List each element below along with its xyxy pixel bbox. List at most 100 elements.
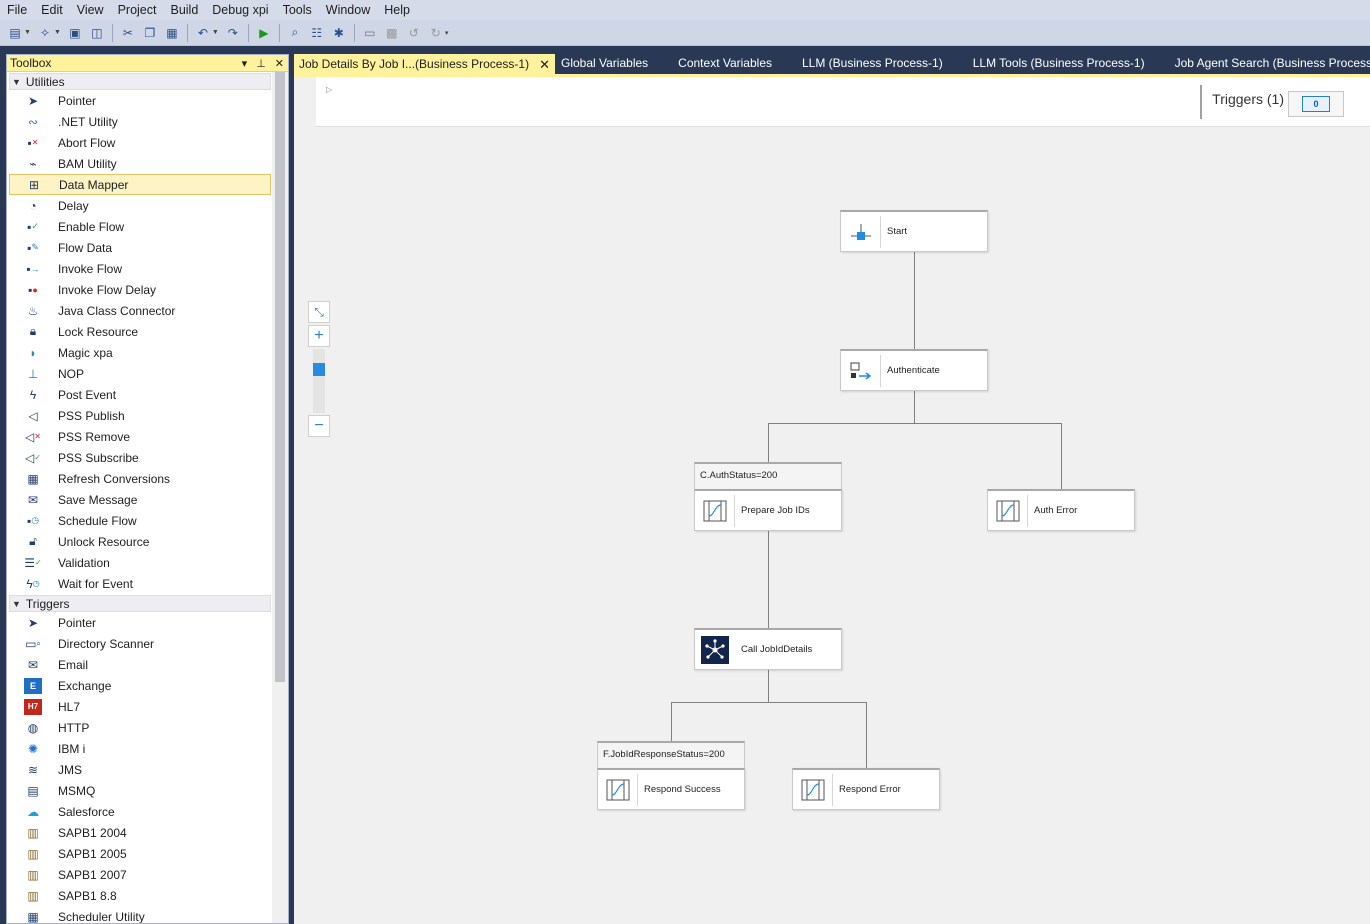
trigger-hl7[interactable]: H7 HL7	[7, 696, 272, 717]
undo-icon[interactable]: ↶	[194, 24, 212, 42]
tool-invoke-flow[interactable]: ▪ → Invoke Flow	[7, 258, 272, 279]
tool-bam-utility[interactable]: ⌁ BAM Utility	[7, 153, 272, 174]
zoom-slider[interactable]	[313, 349, 325, 413]
fit-to-screen-button[interactable]: ⤡	[308, 301, 330, 323]
group-triggers[interactable]: ▼ Triggers	[9, 595, 271, 612]
trigger-http-chip[interactable]: 0	[1288, 91, 1344, 117]
tab-global-variables[interactable]: Global Variables	[555, 54, 663, 74]
pin-icon[interactable]: ⊥	[256, 57, 266, 70]
run-icon[interactable]: ▶	[255, 24, 273, 42]
zoom-out-button[interactable]: −	[308, 415, 330, 437]
paste-icon[interactable]: ▦	[163, 24, 181, 42]
close-icon[interactable]: ✕	[539, 55, 550, 74]
settings-icon[interactable]: ✱	[330, 24, 348, 42]
tool-pointer[interactable]: ➤ Pointer	[7, 90, 272, 111]
save-all-icon[interactable]: ◫	[88, 24, 106, 42]
grid-icon[interactable]: ▩	[383, 24, 401, 42]
tool-nop[interactable]: ⊥ NOP	[7, 363, 272, 384]
tab-job-details[interactable]: Job Details By Job I...(Business Process…	[294, 54, 555, 74]
flow-step-prepare-job-ids[interactable]: Prepare Job IDs	[694, 489, 842, 531]
trigger-sapb1-88[interactable]: ▥ SAPB1 8.8	[7, 885, 272, 906]
flow-designer[interactable]: ▷ Triggers (1) 0 ⤡ + − Start Authenticat…	[294, 74, 1370, 924]
tab-context-variables[interactable]: Context Variables	[663, 54, 787, 74]
redo-icon[interactable]: ↷	[224, 24, 242, 42]
menu-debug[interactable]: Debug xpi	[205, 0, 275, 20]
save-icon[interactable]: ▣	[66, 24, 84, 42]
copy-icon[interactable]: ❐	[141, 24, 159, 42]
flow-step-auth-error[interactable]: Auth Error	[987, 489, 1135, 531]
flow-step-authenticate[interactable]: Authenticate	[840, 349, 988, 391]
flow-step-respond-error[interactable]: Respond Error	[792, 768, 940, 810]
tool-schedule-flow[interactable]: ▪ ◷ Schedule Flow	[7, 510, 272, 531]
tab-llm-tools[interactable]: LLM Tools (Business Process-1)	[958, 54, 1160, 74]
menu-tools[interactable]: Tools	[276, 0, 319, 20]
menu-build[interactable]: Build	[163, 0, 205, 20]
window-position-icon[interactable]: ▾	[242, 57, 248, 70]
tool-magic-xpa[interactable]: ◗ Magic xpa	[7, 342, 272, 363]
new-project-icon[interactable]: ▤	[6, 24, 24, 42]
menu-view[interactable]: View	[70, 0, 111, 20]
tool-flow-data[interactable]: ▪ ✎ Flow Data	[7, 237, 272, 258]
properties-icon[interactable]: ☷	[308, 24, 326, 42]
tool-lock-resource[interactable]: 🔒︎ Lock Resource	[7, 321, 272, 342]
tool-enable-flow[interactable]: ▪ ✓ Enable Flow	[7, 216, 272, 237]
tool-invoke-flow-delay[interactable]: ▪ ● Invoke Flow Delay	[7, 279, 272, 300]
add-item-icon[interactable]: ✧	[36, 24, 54, 42]
trigger-directory-scanner[interactable]: ▭ ⌕ Directory Scanner	[7, 633, 272, 654]
rotate-left-icon[interactable]: ↺	[405, 24, 423, 42]
tool-post-event[interactable]: ϟ Post Event	[7, 384, 272, 405]
tool-save-message[interactable]: ✉ Save Message	[7, 489, 272, 510]
toolbox-scrollbar[interactable]	[272, 72, 288, 923]
group-utilities[interactable]: ▼ Utilities	[9, 73, 271, 90]
tool-validation[interactable]: ☰ ✓ Validation	[7, 552, 272, 573]
zoom-slider-thumb[interactable]	[313, 363, 325, 376]
menu-edit[interactable]: Edit	[34, 0, 70, 20]
trigger-salesforce[interactable]: ☁ Salesforce	[7, 801, 272, 822]
chevron-down-icon[interactable]: ▼	[212, 29, 219, 36]
chevron-down-icon[interactable]: ▼	[54, 29, 61, 36]
menu-project[interactable]: Project	[111, 0, 164, 20]
tab-job-agent-search[interactable]: Job Agent Search (Business Process-1)	[1160, 54, 1370, 74]
condition-auth-status[interactable]: C.AuthStatus=200	[694, 462, 842, 490]
find-icon[interactable]: ⌕	[286, 24, 304, 42]
trigger-email[interactable]: ✉ Email	[7, 654, 272, 675]
menu-window[interactable]: Window	[319, 0, 377, 20]
trigger-exchange[interactable]: E Exchange	[7, 675, 272, 696]
tool-data-mapper[interactable]: ⊞ Data Mapper	[9, 174, 271, 195]
toolbar-overflow-icon[interactable]: ▾	[445, 29, 449, 37]
tool-pss-subscribe[interactable]: ◁ ✓ PSS Subscribe	[7, 447, 272, 468]
chevron-down-icon[interactable]: ▼	[24, 29, 31, 36]
rotate-right-icon[interactable]: ↻	[427, 24, 445, 42]
zoom-in-button[interactable]: +	[308, 325, 330, 347]
tool-wait-for-event[interactable]: ϟ ◷ Wait for Event	[7, 573, 272, 594]
tool-pss-remove[interactable]: ◁ ✕ PSS Remove	[7, 426, 272, 447]
tool-delay[interactable]: ◔ Delay	[7, 195, 272, 216]
menu-help[interactable]: Help	[377, 0, 417, 20]
align-icon[interactable]: ▭	[361, 24, 379, 42]
trigger-http[interactable]: ◍ HTTP	[7, 717, 272, 738]
flow-step-call-jobiddetails[interactable]: Call JobIdDetails	[694, 628, 842, 670]
trigger-scheduler-utility[interactable]: ▦ Scheduler Utility	[7, 906, 272, 924]
trigger-sapb1-2005[interactable]: ▥ SAPB1 2005	[7, 843, 272, 864]
trigger-jms[interactable]: ≋ JMS	[7, 759, 272, 780]
tool-dotnet-utility[interactable]: ∾ .NET Utility	[7, 111, 272, 132]
cut-icon[interactable]: ✂	[119, 24, 137, 42]
tool-java-class-connector[interactable]: ♨ Java Class Connector	[7, 300, 272, 321]
flow-step-start[interactable]: Start	[840, 210, 988, 252]
condition-response-status[interactable]: F.JobIdResponseStatus=200	[597, 741, 745, 769]
close-icon[interactable]: ✕	[275, 57, 284, 70]
tool-refresh-conversions[interactable]: ▦ Refresh Conversions	[7, 468, 272, 489]
tool-pss-publish[interactable]: ◁ PSS Publish	[7, 405, 272, 426]
trigger-msmq[interactable]: ▤ MSMQ	[7, 780, 272, 801]
flow-step-respond-success[interactable]: Respond Success	[597, 768, 745, 810]
toolbox-scrollbar-thumb[interactable]	[275, 72, 285, 682]
menu-file[interactable]: File	[0, 0, 34, 20]
trigger-ibm-i[interactable]: ✺ IBM i	[7, 738, 272, 759]
trigger-pointer[interactable]: ➤ Pointer	[7, 612, 272, 633]
tab-llm[interactable]: LLM (Business Process-1)	[787, 54, 958, 74]
tool-abort-flow[interactable]: ▪ ✕ Abort Flow	[7, 132, 272, 153]
trigger-sapb1-2004[interactable]: ▥ SAPB1 2004	[7, 822, 272, 843]
tool-unlock-resource[interactable]: 🔓︎ Unlock Resource	[7, 531, 272, 552]
trigger-sapb1-2007[interactable]: ▥ SAPB1 2007	[7, 864, 272, 885]
expand-arrow-icon[interactable]: ▷	[326, 85, 332, 94]
